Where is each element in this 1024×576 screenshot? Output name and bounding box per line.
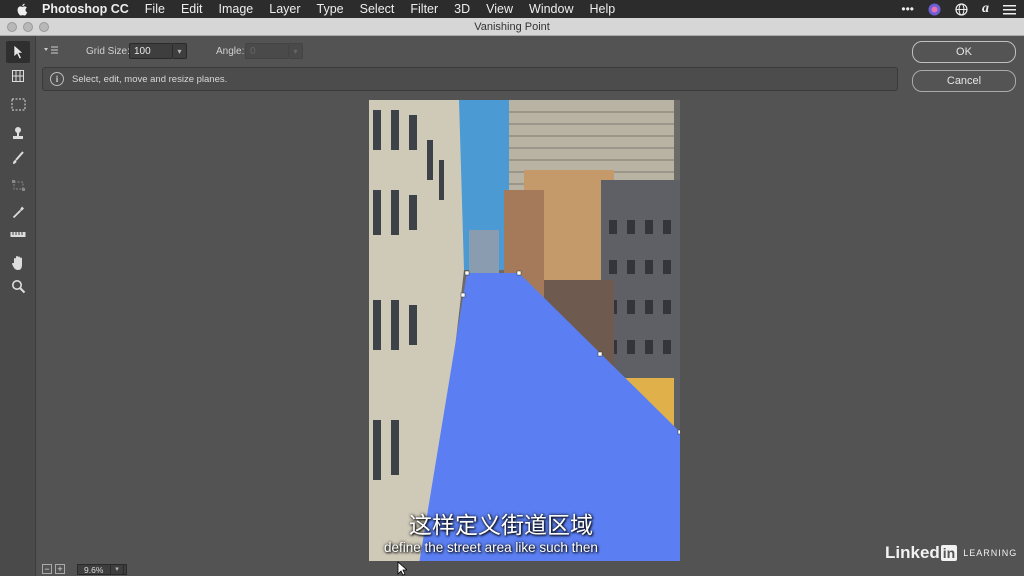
- brush-tool-icon[interactable]: [6, 146, 30, 168]
- stamp-tool-icon[interactable]: [6, 122, 30, 144]
- zoom-dropdown-icon[interactable]: ▾: [110, 564, 124, 575]
- menu-edit[interactable]: Edit: [181, 2, 203, 16]
- menu-type[interactable]: Type: [317, 2, 344, 16]
- close-window-button[interactable]: [7, 22, 17, 32]
- menu-help[interactable]: Help: [590, 2, 616, 16]
- distant-buildings: [469, 230, 499, 275]
- font-icon[interactable]: a: [982, 1, 989, 17]
- minimize-window-button[interactable]: [23, 22, 33, 32]
- street-photo: [369, 100, 680, 564]
- edit-plane-tool-icon[interactable]: [6, 41, 30, 63]
- grid-size-label: Grid Size:: [86, 46, 130, 57]
- linkedin-learning-logo: Linked in LEARNING: [885, 543, 1018, 562]
- menu-bar: Photoshop CC File Edit Image Layer Type …: [0, 0, 1024, 18]
- measure-tool-icon[interactable]: [6, 224, 30, 246]
- grid-size-dropdown-icon[interactable]: ▾: [173, 43, 187, 59]
- menu-file[interactable]: File: [145, 2, 165, 16]
- menu-app-name[interactable]: Photoshop CC: [42, 2, 129, 16]
- options-bar: Grid Size: 100 ▾ Angle: 0 ▾: [37, 36, 907, 66]
- apple-icon[interactable]: [16, 3, 30, 16]
- marquee-tool-icon[interactable]: [6, 93, 30, 115]
- subtitle-chinese: 这样定义街道区域: [409, 513, 593, 539]
- zoom-window-button[interactable]: [39, 22, 49, 32]
- window-title: Vanishing Point: [474, 20, 550, 33]
- menu-window[interactable]: Window: [529, 2, 573, 16]
- tool-panel: [0, 36, 36, 576]
- menu-3d[interactable]: 3D: [454, 2, 470, 16]
- subtitle-english: define the street area like such then: [384, 540, 598, 555]
- ok-button[interactable]: OK: [912, 41, 1016, 63]
- window-title-bar: Vanishing Point: [0, 18, 1024, 36]
- grid-size-input[interactable]: 100: [129, 43, 173, 59]
- menu-extras: ••• a: [901, 0, 1016, 18]
- image-preview[interactable]: [369, 100, 680, 564]
- zoom-tool-icon[interactable]: [6, 275, 30, 297]
- window-controls: [7, 22, 49, 32]
- list-icon[interactable]: [1003, 4, 1016, 15]
- info-bar: i Select, edit, move and resize planes.: [42, 67, 898, 91]
- menu-select[interactable]: Select: [360, 2, 395, 16]
- zoom-out-button[interactable]: −: [42, 564, 52, 574]
- menu-image[interactable]: Image: [219, 2, 254, 16]
- cancel-button[interactable]: Cancel: [912, 70, 1016, 92]
- zoom-in-button[interactable]: +: [55, 564, 65, 574]
- plane-options-menu-icon[interactable]: [43, 45, 59, 58]
- mouse-cursor-icon: [397, 561, 407, 576]
- menu-layer[interactable]: Layer: [269, 2, 300, 16]
- info-icon: i: [50, 72, 64, 86]
- transform-tool-icon[interactable]: [6, 174, 30, 196]
- info-message: Select, edit, move and resize planes.: [72, 73, 228, 85]
- hand-tool-icon[interactable]: [6, 252, 30, 274]
- menu-filter[interactable]: Filter: [410, 2, 438, 16]
- angle-dropdown-icon[interactable]: ▾: [289, 43, 303, 59]
- angle-input[interactable]: 0: [245, 43, 289, 59]
- angle-label: Angle:: [216, 46, 245, 57]
- more-icon[interactable]: •••: [901, 2, 914, 16]
- eyedropper-tool-icon[interactable]: [6, 201, 30, 223]
- globe-icon[interactable]: [955, 2, 968, 16]
- create-plane-tool-icon[interactable]: [6, 65, 30, 87]
- siri-icon[interactable]: [928, 3, 941, 16]
- status-bar: − + 9.6% ▾: [37, 561, 1024, 576]
- menu-view[interactable]: View: [486, 2, 513, 16]
